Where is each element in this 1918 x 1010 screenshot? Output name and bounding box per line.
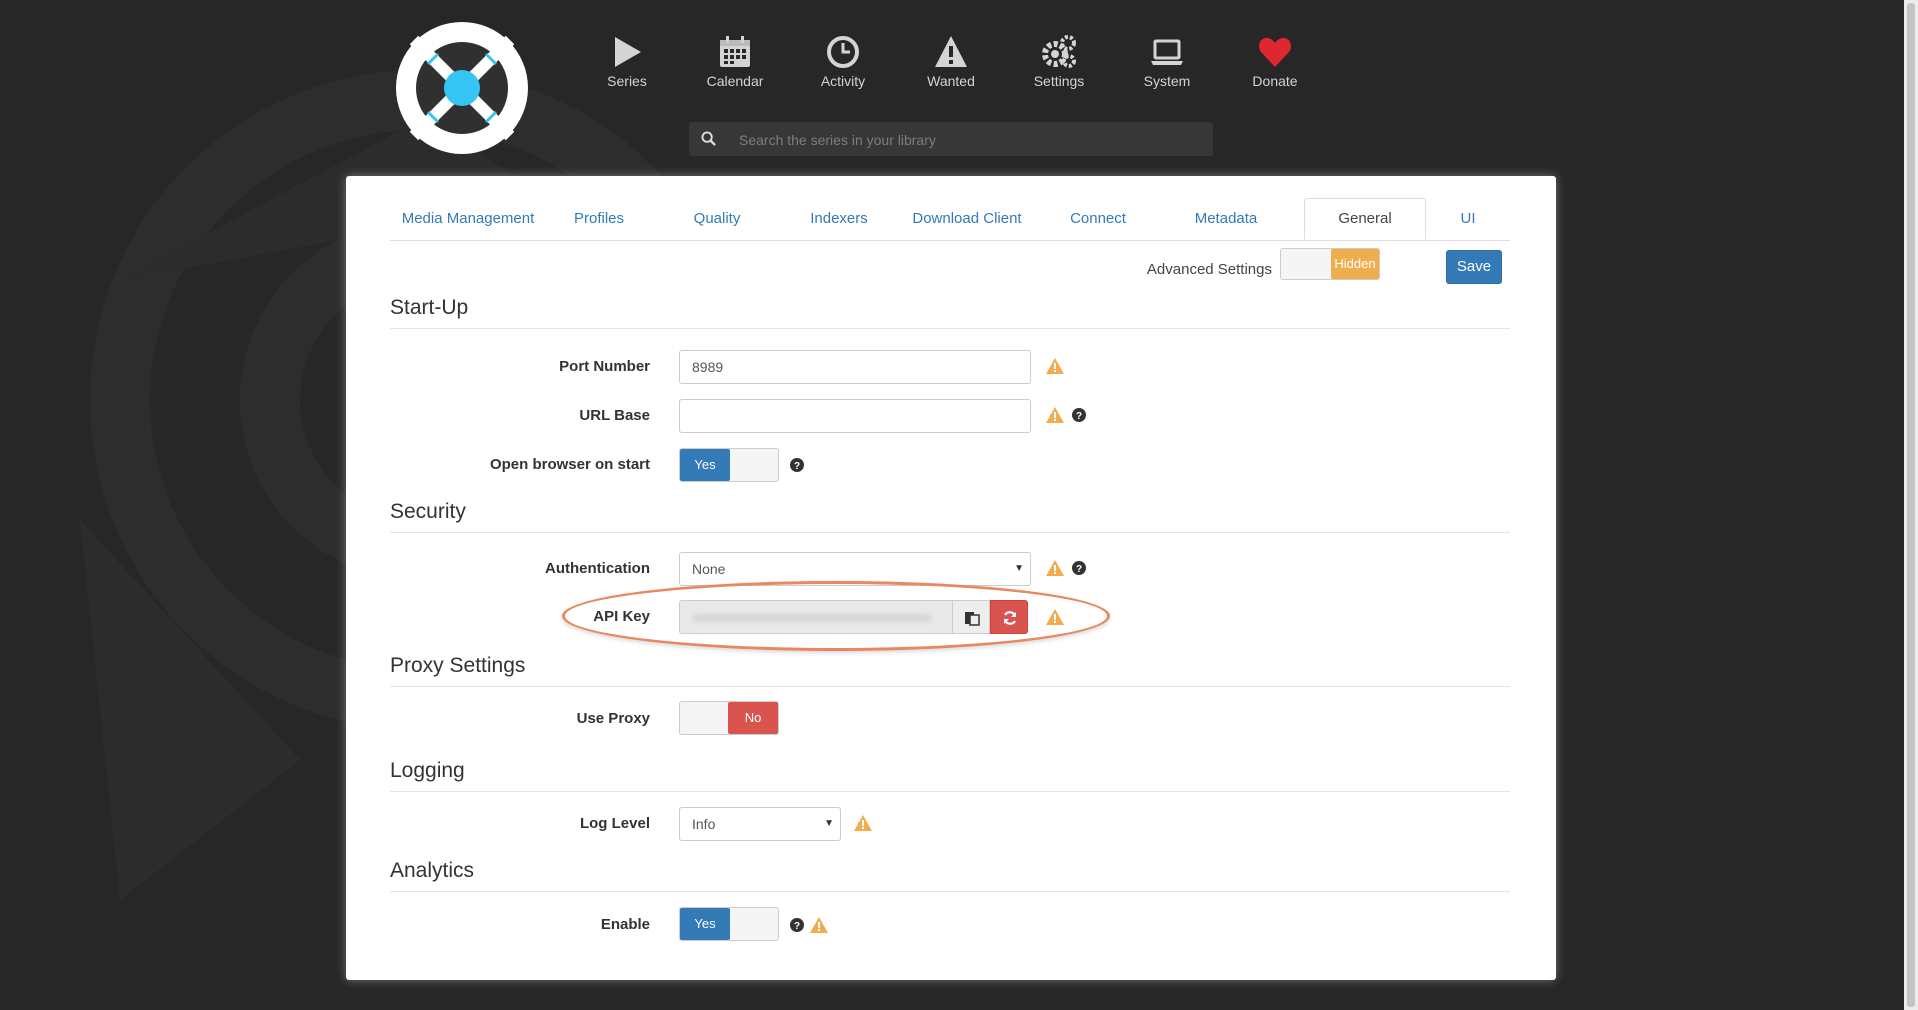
advanced-settings-state: Hidden bbox=[1331, 249, 1379, 279]
nav-wanted[interactable]: Wanted bbox=[906, 34, 996, 94]
nav-series[interactable]: Series bbox=[582, 34, 672, 94]
save-button[interactable]: Save bbox=[1446, 250, 1502, 284]
settings-panel: Media Management Profiles Quality Indexe… bbox=[346, 176, 1556, 980]
nav-label: Activity bbox=[820, 73, 866, 89]
nav-label: Wanted bbox=[927, 73, 975, 89]
nav-label: System bbox=[1143, 73, 1191, 89]
use-proxy-toggle[interactable]: No bbox=[679, 701, 779, 735]
help-icon[interactable]: ? bbox=[790, 918, 804, 932]
sonarr-logo[interactable] bbox=[394, 20, 530, 156]
tab-general[interactable]: General bbox=[1304, 198, 1426, 240]
tab-metadata[interactable]: Metadata bbox=[1158, 198, 1294, 240]
highlight-annotation bbox=[562, 581, 1110, 651]
section-logging-title: Logging bbox=[390, 759, 1510, 792]
search-icon bbox=[701, 131, 716, 146]
authentication-value: None bbox=[692, 561, 726, 577]
nav-label: Settings bbox=[1033, 73, 1085, 89]
nav-label: Calendar bbox=[706, 73, 764, 89]
svg-text:?: ? bbox=[1076, 564, 1082, 575]
settings-tabs: Media Management Profiles Quality Indexe… bbox=[390, 198, 1510, 241]
scrollbar-thumb[interactable] bbox=[1907, 3, 1915, 1007]
warning-icon bbox=[810, 917, 828, 933]
nav-label: Series bbox=[607, 73, 647, 89]
help-icon[interactable]: ? bbox=[1072, 561, 1086, 575]
svg-text:?: ? bbox=[794, 921, 800, 932]
section-analytics-title: Analytics bbox=[390, 859, 1510, 892]
authentication-label: Authentication bbox=[545, 560, 650, 577]
advanced-settings-toggle[interactable]: Hidden bbox=[1280, 248, 1380, 280]
tab-indexers[interactable]: Indexers bbox=[782, 198, 896, 240]
play-icon bbox=[615, 37, 641, 67]
tab-quality[interactable]: Quality bbox=[652, 198, 782, 240]
search-input[interactable] bbox=[737, 122, 1201, 158]
svg-text:?: ? bbox=[1076, 411, 1082, 422]
log-level-label: Log Level bbox=[579, 815, 650, 832]
nav-calendar[interactable]: Calendar bbox=[690, 34, 780, 94]
advanced-settings-label: Advanced Settings bbox=[1146, 261, 1272, 278]
heart-icon bbox=[1258, 37, 1292, 67]
tab-profiles[interactable]: Profiles bbox=[546, 198, 652, 240]
url-base-label: URL Base bbox=[579, 407, 650, 424]
nav-system[interactable]: System bbox=[1122, 34, 1212, 94]
help-icon[interactable]: ? bbox=[1072, 408, 1086, 422]
help-icon[interactable]: ? bbox=[790, 458, 804, 472]
tab-ui[interactable]: UI bbox=[1426, 198, 1510, 240]
use-proxy-state: No bbox=[728, 702, 778, 734]
warning-icon bbox=[854, 815, 872, 831]
clock-icon bbox=[827, 36, 859, 68]
nav-donate[interactable]: Donate bbox=[1230, 34, 1320, 94]
svg-text:?: ? bbox=[794, 461, 800, 472]
tab-connect[interactable]: Connect bbox=[1038, 198, 1158, 240]
warning-icon bbox=[1046, 358, 1064, 374]
warning-icon bbox=[1046, 407, 1064, 423]
series-search[interactable] bbox=[689, 122, 1213, 158]
warning-icon bbox=[1046, 560, 1064, 576]
analytics-enable-state: Yes bbox=[680, 908, 730, 940]
log-level-value: Info bbox=[692, 816, 716, 832]
chevron-down-icon: ▼ bbox=[824, 818, 834, 829]
open-browser-toggle[interactable]: Yes bbox=[679, 448, 779, 482]
gears-icon bbox=[1042, 35, 1076, 68]
section-startup-title: Start-Up bbox=[390, 296, 1510, 329]
port-number-input[interactable]: 8989 bbox=[679, 350, 1031, 384]
tab-media-management[interactable]: Media Management bbox=[390, 198, 546, 240]
url-base-input[interactable] bbox=[679, 399, 1031, 433]
calendar-icon bbox=[720, 36, 750, 67]
section-security-title: Security bbox=[390, 500, 1510, 533]
analytics-enable-label: Enable bbox=[600, 916, 650, 933]
log-level-select[interactable]: Info ▼ bbox=[679, 807, 841, 841]
port-number-label: Port Number bbox=[559, 358, 650, 375]
nav-label: Donate bbox=[1252, 73, 1298, 89]
page-scrollbar[interactable] bbox=[1904, 0, 1918, 1010]
open-browser-label: Open browser on start bbox=[489, 456, 650, 473]
warning-icon bbox=[935, 36, 967, 67]
use-proxy-label: Use Proxy bbox=[576, 710, 650, 727]
laptop-icon bbox=[1151, 39, 1183, 65]
section-proxy-title: Proxy Settings bbox=[390, 654, 1510, 687]
tab-download-client[interactable]: Download Client bbox=[896, 198, 1038, 240]
open-browser-state: Yes bbox=[680, 449, 730, 481]
chevron-down-icon: ▼ bbox=[1014, 563, 1024, 574]
nav-activity[interactable]: Activity bbox=[798, 34, 888, 94]
nav-settings[interactable]: Settings bbox=[1014, 34, 1104, 94]
analytics-enable-toggle[interactable]: Yes bbox=[679, 907, 779, 941]
